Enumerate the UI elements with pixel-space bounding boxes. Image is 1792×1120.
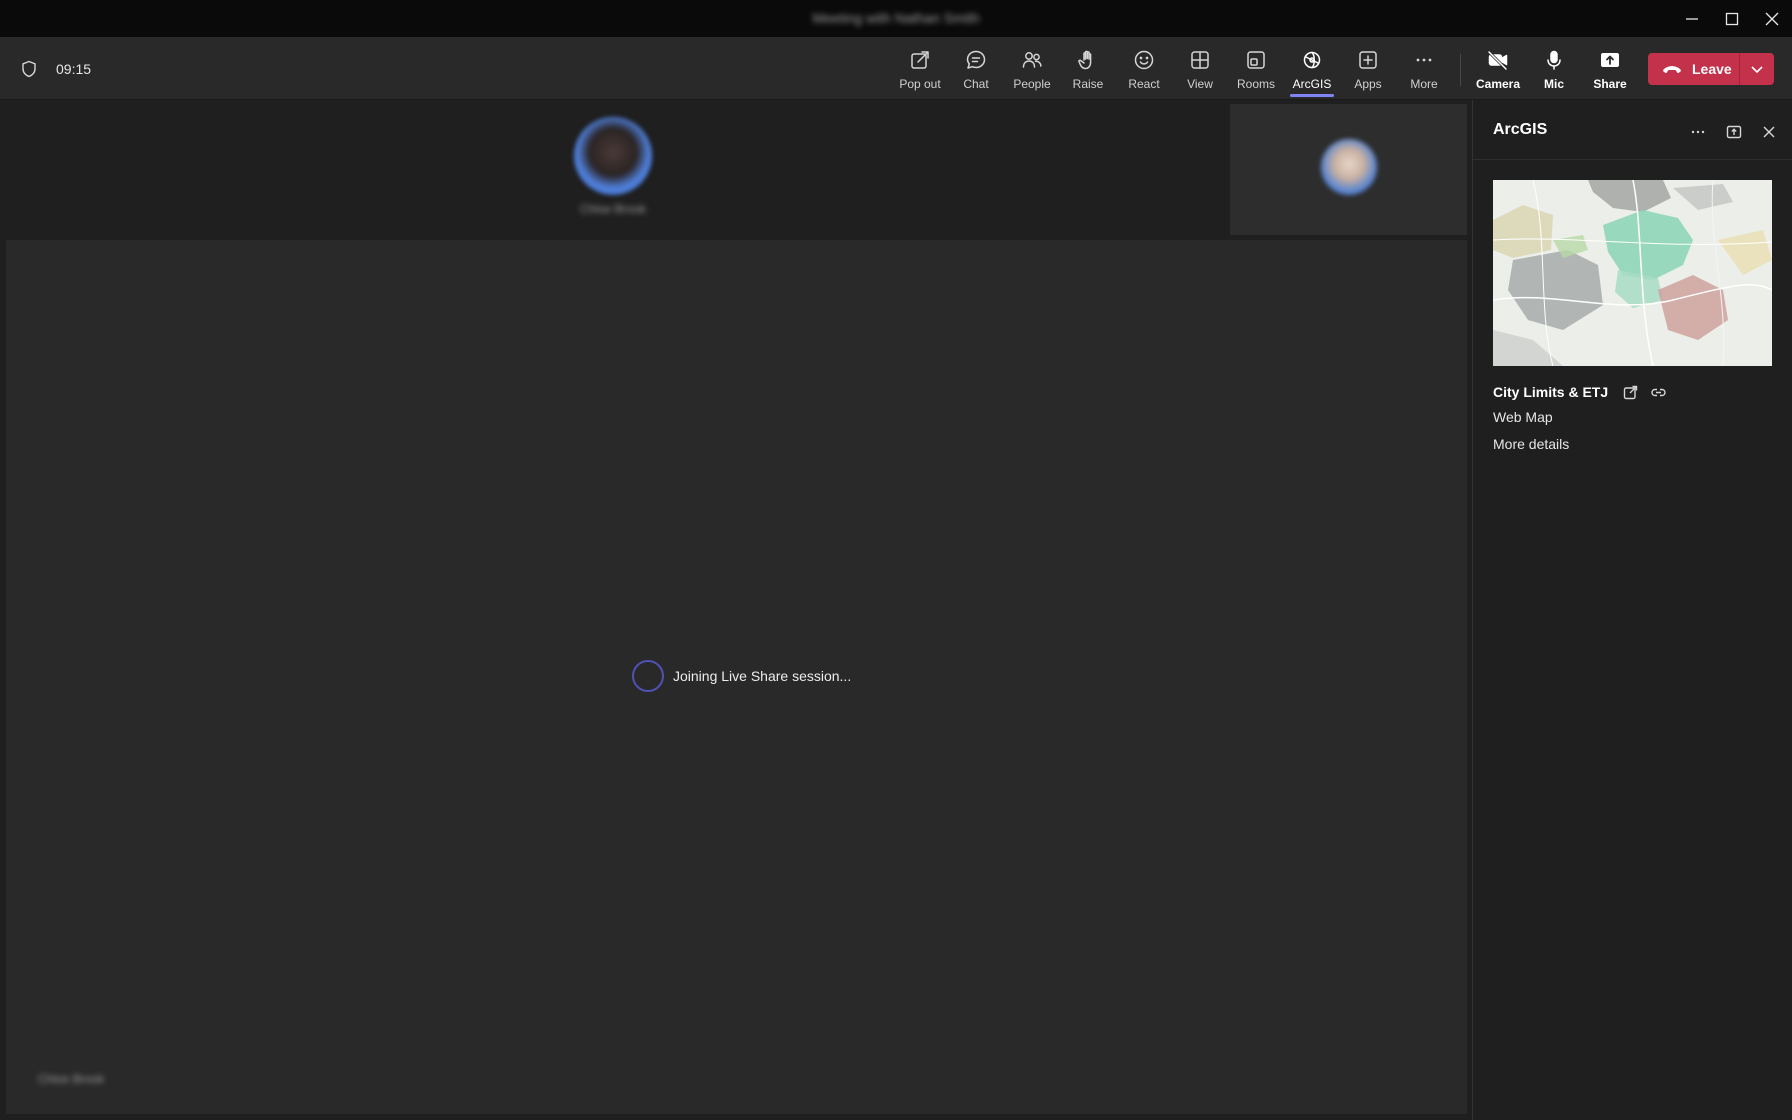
- panel-title: ArcGIS: [1493, 121, 1548, 138]
- pop-out-icon: [911, 51, 929, 69]
- more-button[interactable]: More: [1396, 44, 1452, 96]
- more-details-link[interactable]: More details: [1493, 436, 1569, 452]
- open-external-icon: [1623, 385, 1637, 399]
- rooms-button[interactable]: Rooms: [1228, 44, 1284, 96]
- participant-name: Chloe Brook: [579, 202, 647, 216]
- camera-label: Camera: [1475, 77, 1521, 91]
- raise-hand-button[interactable]: Raise: [1060, 44, 1116, 96]
- react-label: React: [1128, 77, 1160, 91]
- react-button[interactable]: React: [1116, 44, 1172, 96]
- loading-text: Joining Live Share session...: [673, 668, 852, 684]
- minimize-icon: [1686, 18, 1698, 20]
- hang-up-icon: [1663, 66, 1681, 74]
- close-window-button[interactable]: [1752, 0, 1792, 38]
- camera-off-icon: [1487, 50, 1508, 71]
- share-label: Share: [1593, 77, 1627, 91]
- item-title[interactable]: City Limits & ETJ: [1493, 384, 1608, 400]
- pop-out-button[interactable]: Pop out: [892, 44, 948, 96]
- rooms-icon: [1247, 51, 1265, 69]
- leave-button-group: Leave: [1648, 53, 1774, 85]
- link-icon: [1650, 388, 1666, 396]
- more-label: More: [1410, 77, 1438, 91]
- arcgis-panel: ArcGIS City Limits & ETJ Web Map More de…: [1472, 100, 1792, 1120]
- mic-icon: [1547, 50, 1561, 70]
- view-label: View: [1187, 77, 1213, 91]
- leave-label: Leave: [1692, 61, 1732, 77]
- shield-icon[interactable]: [20, 60, 38, 78]
- pop-out-label: Pop out: [899, 77, 941, 91]
- people-button[interactable]: People: [1004, 44, 1060, 96]
- copy-link-button[interactable]: [1648, 382, 1668, 402]
- apps-button[interactable]: Apps: [1340, 44, 1396, 96]
- minimize-button[interactable]: [1672, 0, 1712, 38]
- panel-popout-button[interactable]: [1721, 119, 1747, 145]
- chat-button[interactable]: Chat: [948, 44, 1004, 96]
- live-share-area: Joining Live Share session... Chloe Broo…: [6, 240, 1467, 1114]
- arcgis-button[interactable]: ArcGIS: [1284, 44, 1340, 97]
- leave-button[interactable]: Leave: [1648, 53, 1740, 85]
- share-button[interactable]: Share: [1582, 44, 1638, 96]
- react-icon: [1134, 50, 1154, 70]
- window-title-bar: Meeting with Nathan Smith: [0, 0, 1792, 38]
- spinner-icon: [632, 660, 664, 692]
- apps-label: Apps: [1354, 77, 1382, 91]
- arcgis-icon: [1303, 51, 1321, 69]
- mic-button[interactable]: Mic: [1526, 44, 1582, 96]
- item-title-row: City Limits & ETJ: [1493, 382, 1668, 402]
- rooms-label: Rooms: [1236, 77, 1275, 91]
- presenter-name: Chloe Brook: [38, 1072, 105, 1086]
- raise-hand-icon: [1078, 50, 1092, 70]
- meeting-stage: Chloe Brook Joining Live Share session..…: [0, 100, 1472, 1120]
- view-icon: [1191, 51, 1209, 69]
- loading-indicator: Joining Live Share session...: [632, 660, 851, 692]
- people-label: People: [1013, 77, 1051, 91]
- close-icon: [1765, 12, 1779, 26]
- maximize-button[interactable]: [1712, 0, 1752, 38]
- participant-avatar[interactable]: [574, 117, 652, 195]
- map-thumbnail-image: [1493, 180, 1772, 366]
- panel-close-button[interactable]: [1756, 119, 1782, 145]
- chevron-down-icon: [1751, 66, 1763, 74]
- map-thumbnail[interactable]: [1493, 180, 1772, 366]
- window-title: Meeting with Nathan Smith: [812, 10, 980, 26]
- maximize-icon: [1725, 12, 1739, 26]
- self-video-tile[interactable]: [1230, 104, 1467, 235]
- apps-icon: [1359, 51, 1377, 69]
- raise-hand-label: Raise: [1072, 77, 1104, 91]
- open-external-button[interactable]: [1620, 382, 1640, 402]
- meeting-timer: 09:15: [56, 61, 92, 77]
- more-icon: [1691, 130, 1705, 134]
- people-icon: [1022, 52, 1042, 68]
- camera-button[interactable]: Camera: [1470, 44, 1526, 96]
- participant-gallery: Chloe Brook: [0, 100, 1472, 240]
- pop-out-icon: [1726, 125, 1742, 139]
- more-icon: [1416, 58, 1432, 62]
- leave-options-button[interactable]: [1740, 53, 1774, 85]
- close-icon: [1763, 126, 1775, 138]
- chat-label: Chat: [963, 77, 989, 91]
- arcgis-label: ArcGIS: [1292, 77, 1332, 91]
- mic-label: Mic: [1543, 77, 1564, 91]
- toolbar-separator: [1460, 54, 1461, 86]
- view-button[interactable]: View: [1172, 44, 1228, 96]
- item-type: Web Map: [1493, 409, 1553, 425]
- active-tab-indicator: [1290, 94, 1334, 97]
- meeting-toolbar: 09:15 Pop out Chat People Raise React Vi…: [0, 38, 1792, 100]
- panel-divider: [1473, 159, 1792, 160]
- chat-icon: [966, 50, 986, 69]
- share-icon: [1601, 53, 1619, 67]
- self-avatar: [1321, 139, 1377, 195]
- panel-more-button[interactable]: [1685, 119, 1711, 145]
